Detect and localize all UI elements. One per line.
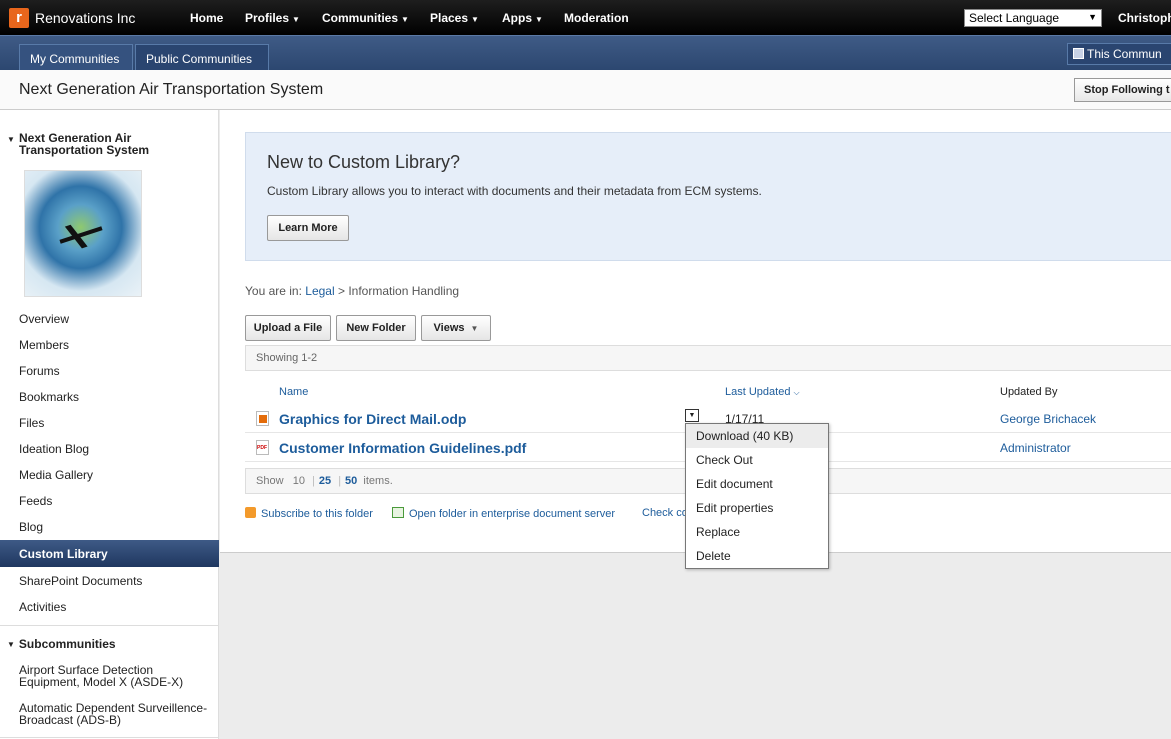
community-name-toggle[interactable]: ▼ Next Generation Air Transportation Sys… [7, 132, 169, 156]
pager-option-50[interactable]: 50 [345, 475, 357, 487]
subcommunity-link[interactable]: Airport Surface Detection Equipment, Mod… [19, 664, 209, 688]
subscribe-folder-link[interactable]: Subscribe to this folder [245, 507, 373, 520]
sidebar-item-media-gallery[interactable]: Media Gallery [19, 468, 93, 482]
sidebar-item-custom-library[interactable]: Custom Library [0, 540, 219, 567]
pager-show-label: Show [256, 475, 284, 487]
page-title: Next Generation Air Transportation Syste… [19, 81, 324, 98]
community-sidebar: ▼ Next Generation Air Transportation Sys… [0, 110, 219, 739]
column-header-updated-by: Updated By [1000, 386, 1058, 398]
file-actions-dropdown-icon[interactable]: ▼ [685, 409, 699, 422]
nav-communities[interactable]: Communities ▼ [322, 11, 409, 25]
dropdown-arrow-icon: ▼ [1088, 12, 1097, 22]
column-header-last-updated[interactable]: Last Updated ⌵ [725, 386, 800, 398]
communities-tab-bar: My Communities Public Communities This C… [0, 35, 1171, 71]
sidebar-item-files[interactable]: Files [19, 416, 44, 430]
subcommunities-heading[interactable]: ▼ Subcommunities [7, 637, 116, 651]
sidebar-divider [0, 737, 219, 738]
stop-following-button[interactable]: Stop Following t [1074, 78, 1171, 102]
pdf-file-icon [256, 440, 269, 455]
chevron-down-icon: ▼ [401, 15, 409, 24]
brand-logo-icon[interactable]: r [9, 8, 29, 28]
learn-more-button[interactable]: Learn More [267, 215, 349, 241]
brand-name[interactable]: Renovations Inc [35, 10, 135, 26]
sidebar-item-blog[interactable]: Blog [19, 520, 43, 534]
nav-moderation[interactable]: Moderation [564, 11, 629, 25]
top-navigation-bar: r Renovations Inc Home Profiles ▼ Communi… [0, 0, 1171, 35]
odp-file-icon [256, 411, 269, 426]
nav-apps[interactable]: Apps ▼ [502, 11, 543, 25]
tab-public-communities[interactable]: Public Communities [135, 44, 269, 71]
menu-item-check-out[interactable]: Check Out [686, 448, 828, 472]
external-folder-icon [392, 507, 404, 518]
rss-feed-icon [245, 507, 256, 518]
sidebar-item-forums[interactable]: Forums [19, 364, 60, 378]
breadcrumb: You are in: Legal > Information Handling [245, 284, 459, 298]
breadcrumb-current: > Information Handling [338, 284, 460, 298]
nav-profiles[interactable]: Profiles ▼ [245, 11, 300, 25]
menu-item-replace[interactable]: Replace [686, 520, 828, 544]
promo-description: Custom Library allows you to interact wi… [267, 184, 762, 198]
breadcrumb-prefix: You are in: [245, 284, 302, 298]
sidebar-item-sharepoint-documents[interactable]: SharePoint Documents [19, 574, 142, 588]
pager-option-10: 10 [292, 475, 305, 487]
community-icon [1073, 48, 1084, 59]
chevron-down-icon: ▼ [535, 15, 543, 24]
pager-option-25[interactable]: 25 [319, 475, 331, 487]
file-name-link[interactable]: Customer Information Guidelines.pdf [279, 440, 526, 456]
showing-count: Showing 1-2 [245, 345, 1171, 371]
sidebar-item-ideation-blog[interactable]: Ideation Blog [19, 442, 89, 456]
updated-by-link[interactable]: Administrator [1000, 441, 1071, 455]
nav-places[interactable]: Places ▼ [430, 11, 479, 25]
file-name-link[interactable]: Graphics for Direct Mail.odp [279, 411, 466, 427]
menu-item-edit-properties[interactable]: Edit properties [686, 496, 828, 520]
user-name-menu[interactable]: Christoph [1118, 11, 1171, 25]
tab-my-communities[interactable]: My Communities [19, 44, 133, 71]
updated-by-link[interactable]: George Brichacek [1000, 412, 1096, 426]
breadcrumb-link-legal[interactable]: Legal [305, 284, 334, 298]
subcommunity-link[interactable]: Automatic Dependent Surveillence-Broadca… [19, 702, 209, 726]
sidebar-item-feeds[interactable]: Feeds [19, 494, 52, 508]
upload-file-button[interactable]: Upload a File [245, 315, 331, 341]
column-header-name[interactable]: Name [279, 386, 308, 398]
chevron-down-icon: ▼ [292, 15, 300, 24]
sort-down-icon: ⌵ [793, 388, 800, 397]
nav-home[interactable]: Home [190, 11, 223, 25]
community-title-bar: Next Generation Air Transportation Syste… [0, 70, 1171, 110]
chevron-down-icon: ▼ [470, 324, 479, 333]
views-dropdown-button[interactable]: Views ▼ [421, 315, 491, 341]
menu-item-edit-document[interactable]: Edit document [686, 472, 828, 496]
collapse-triangle-icon: ▼ [7, 640, 15, 649]
promo-panel: New to Custom Library? Custom Library al… [245, 132, 1171, 261]
menu-item-download[interactable]: Download (40 KB) [686, 424, 828, 448]
sidebar-item-bookmarks[interactable]: Bookmarks [19, 390, 79, 404]
file-context-menu: Download (40 KB) Check Out Edit document… [685, 423, 829, 569]
this-community-menu[interactable]: This Commun [1067, 43, 1171, 65]
collapse-triangle-icon: ▼ [7, 135, 15, 144]
sidebar-item-activities[interactable]: Activities [19, 600, 66, 614]
sidebar-item-overview[interactable]: Overview [19, 312, 69, 326]
sidebar-divider [0, 625, 219, 626]
pager-items-label: items. [363, 475, 393, 487]
promo-title: New to Custom Library? [267, 152, 461, 172]
check-link[interactable]: Check co [642, 507, 688, 519]
sidebar-item-members[interactable]: Members [19, 338, 69, 352]
community-logo-globe-image [24, 170, 142, 297]
chevron-down-icon: ▼ [471, 15, 479, 24]
language-select[interactable]: Select Language ▼ [964, 9, 1102, 27]
menu-item-delete[interactable]: Delete [686, 544, 828, 568]
new-folder-button[interactable]: New Folder [336, 315, 416, 341]
open-folder-server-link[interactable]: Open folder in enterprise document serve… [392, 507, 615, 520]
airplane-icon [59, 226, 103, 244]
